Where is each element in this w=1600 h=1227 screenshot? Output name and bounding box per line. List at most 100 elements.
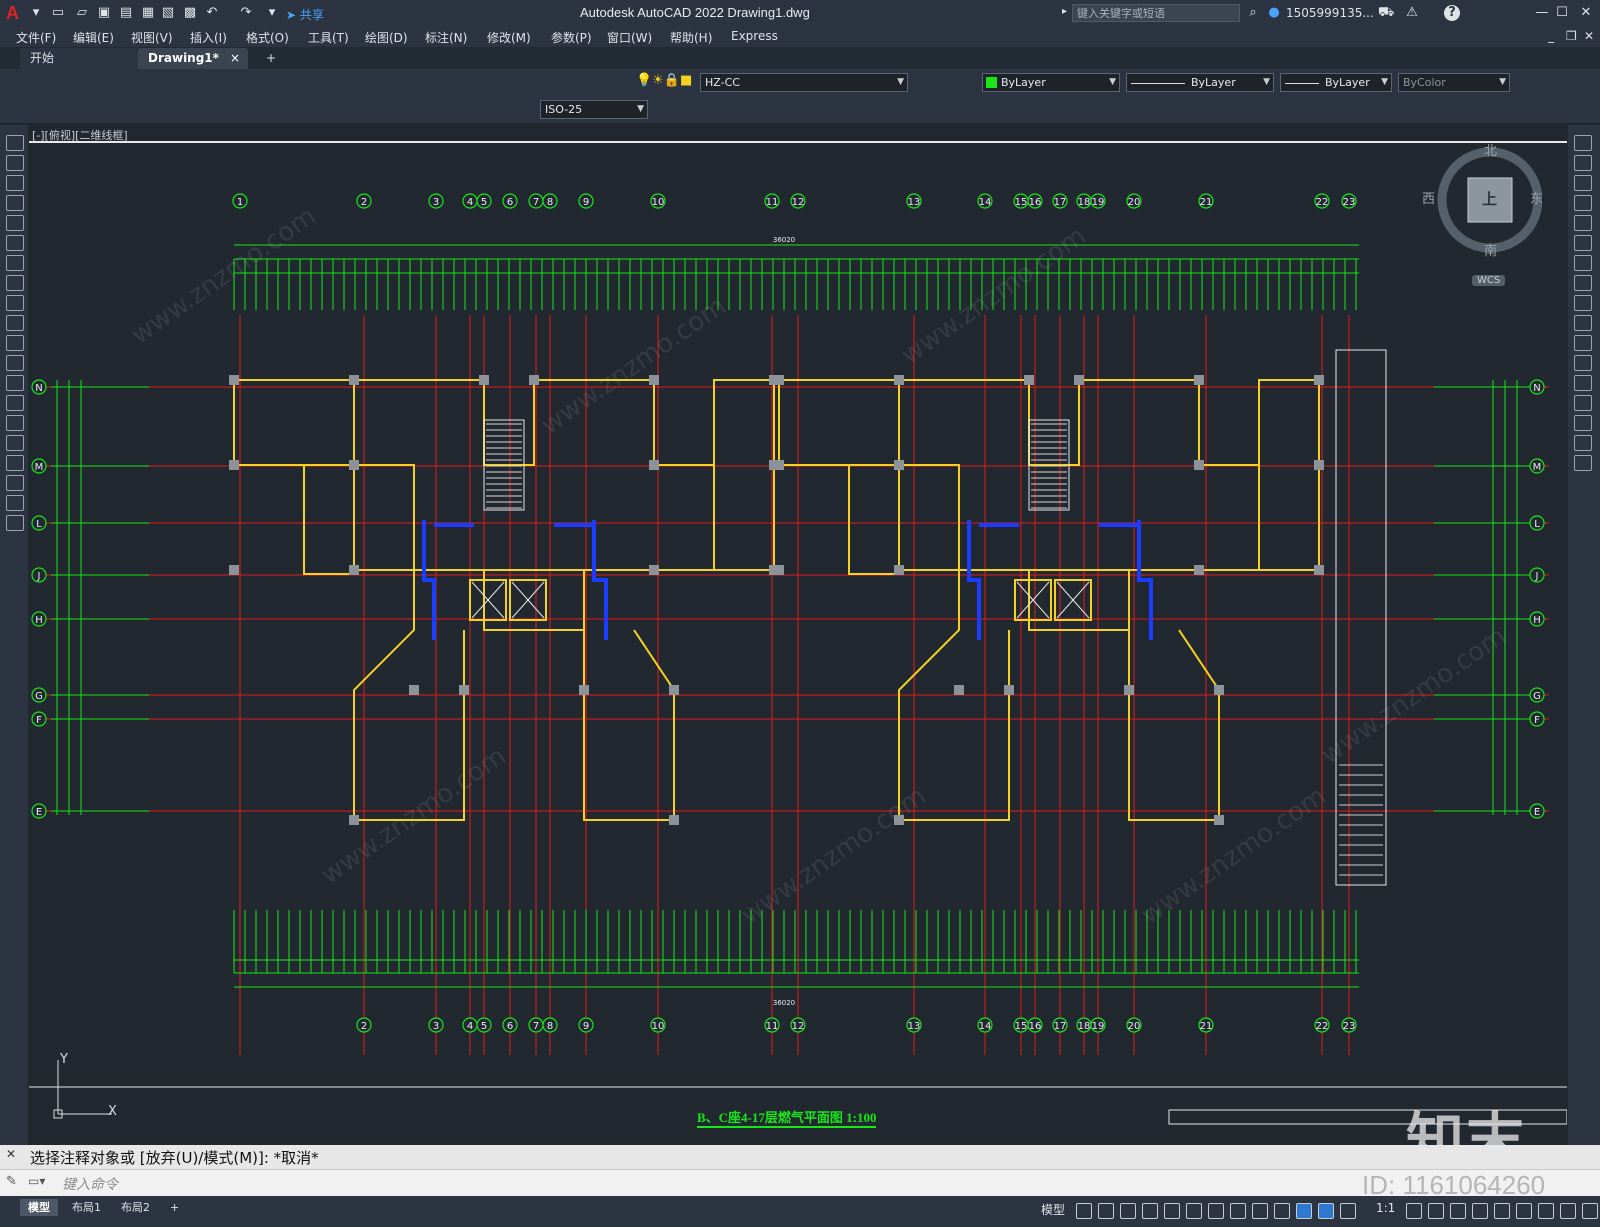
menu-dropdown-icon[interactable]: ▾ — [28, 5, 44, 21]
draw-tool-icon-1[interactable] — [6, 135, 24, 151]
draw-tool-icon-16[interactable] — [6, 435, 24, 451]
modify-tool-icon-10[interactable] — [1574, 315, 1592, 331]
open-web-icon[interactable]: ▦ — [140, 5, 156, 21]
new-icon[interactable]: ▭ — [50, 5, 66, 21]
status-toggle-icon[interactable] — [1098, 1203, 1114, 1219]
viewcube-top[interactable]: 上 — [1482, 188, 1497, 209]
status-toggle-icon[interactable] — [1164, 1203, 1180, 1219]
status-toggle-icon[interactable] — [1340, 1203, 1356, 1219]
dimstyle-select[interactable]: ISO-25 ▼ — [540, 100, 648, 119]
modify-tool-icon-4[interactable] — [1574, 195, 1592, 211]
command-input[interactable]: 键入命令 — [62, 1174, 118, 1194]
viewcube-east[interactable]: 东 — [1530, 188, 1543, 207]
status-toggle-icon[interactable] — [1120, 1203, 1136, 1219]
modify-tool-icon-9[interactable] — [1574, 295, 1592, 311]
menu-tools[interactable]: 工具(T) — [308, 29, 349, 46]
status-toggle-icon[interactable] — [1274, 1203, 1290, 1219]
modify-tool-icon-3[interactable] — [1574, 175, 1592, 191]
viewport-controls[interactable]: [-][俯视][二维线框] — [32, 127, 128, 143]
user-account[interactable]: 1505999135... — [1286, 6, 1374, 20]
layout-tab-2[interactable]: 布局2 — [113, 1199, 158, 1216]
status-toggle-icon[interactable] — [1230, 1203, 1246, 1219]
draw-tool-icon-3[interactable] — [6, 175, 24, 191]
status-toggle-icon[interactable] — [1516, 1203, 1532, 1219]
maximize-icon[interactable]: ☐ — [1554, 5, 1570, 21]
status-toggle-icon[interactable] — [1582, 1203, 1598, 1219]
status-toggle-icon[interactable] — [1208, 1203, 1224, 1219]
status-toggle-icon[interactable] — [1252, 1203, 1268, 1219]
draw-tool-icon-15[interactable] — [6, 415, 24, 431]
doc-restore-icon[interactable]: ❐ — [1566, 29, 1577, 43]
modify-tool-icon-12[interactable] — [1574, 355, 1592, 371]
status-toggle-icon[interactable] — [1076, 1203, 1092, 1219]
layer-tools-icons[interactable] — [912, 74, 968, 91]
draw-tool-icon-20[interactable] — [6, 515, 24, 531]
draw-tool-icon-17[interactable] — [6, 455, 24, 471]
qa-dropdown-icon[interactable]: ▾ — [264, 5, 280, 21]
draw-tool-icon-9[interactable] — [6, 295, 24, 311]
redo-icon[interactable]: ↷ — [238, 5, 254, 21]
save-web-icon[interactable]: ▧ — [160, 5, 176, 21]
doc-minimize-icon[interactable]: _ — [1548, 29, 1554, 43]
status-toggle-icon[interactable] — [1296, 1203, 1312, 1219]
autocad-logo-icon[interactable]: A — [6, 3, 26, 23]
save-as-icon[interactable]: ▤ — [118, 5, 134, 21]
search-input[interactable]: 键入关键字或短语 — [1072, 4, 1240, 22]
share-button[interactable]: ➤ 共享 — [286, 6, 324, 23]
cart-icon[interactable]: ⛟ — [1378, 5, 1394, 21]
wrench-icon[interactable]: ✎ — [6, 1174, 17, 1189]
plot-icon[interactable]: ▩ — [182, 5, 198, 21]
search-expand-icon[interactable]: ▸ — [1062, 6, 1067, 17]
draw-tool-icon-19[interactable] — [6, 495, 24, 511]
draw-tool-icon-18[interactable] — [6, 475, 24, 491]
help-icon[interactable]: ? — [1444, 5, 1460, 21]
menu-draw[interactable]: 绘图(D) — [365, 29, 408, 46]
add-layout-button[interactable]: + — [162, 1199, 187, 1216]
status-toggle-icon[interactable] — [1142, 1203, 1158, 1219]
menu-insert[interactable]: 插入(I) — [190, 29, 227, 46]
menu-edit[interactable]: 编辑(E) — [73, 29, 114, 46]
status-toggle-icon[interactable] — [1186, 1203, 1202, 1219]
modify-tool-icon-5[interactable] — [1574, 215, 1592, 231]
close-icon[interactable]: ✕ — [1578, 5, 1594, 21]
draw-tool-icon-7[interactable] — [6, 255, 24, 271]
draw-tool-icon-13[interactable] — [6, 375, 24, 391]
layer-state-icons[interactable]: 💡☀🔒■ — [636, 73, 692, 88]
annotation-scale[interactable]: 1:1 — [1376, 1201, 1395, 1215]
modify-tool-icon-17[interactable] — [1574, 455, 1592, 471]
status-toggle-icon[interactable] — [1494, 1203, 1510, 1219]
plotstyle-select[interactable]: ByColor ▼ — [1398, 73, 1510, 92]
status-toggle-icon[interactable] — [1428, 1203, 1444, 1219]
menu-view[interactable]: 视图(V) — [131, 29, 173, 46]
draw-tool-icon-2[interactable] — [6, 155, 24, 171]
status-toggle-icon[interactable] — [1406, 1203, 1422, 1219]
tab-close-icon[interactable]: × — [230, 48, 240, 69]
user-icon[interactable]: ● — [1266, 5, 1282, 21]
viewcube-north[interactable]: 北 — [1484, 140, 1497, 159]
search-icon[interactable]: ⌕ — [1245, 5, 1261, 21]
modify-tool-icon-2[interactable] — [1574, 155, 1592, 171]
modify-tool-icon-14[interactable] — [1574, 395, 1592, 411]
status-toggle-icon[interactable] — [1472, 1203, 1488, 1219]
viewcube[interactable]: 北 南 东 西 上 WCS — [1422, 140, 1543, 292]
minimize-icon[interactable]: — — [1534, 5, 1550, 21]
menu-format[interactable]: 格式(O) — [246, 29, 289, 46]
doc-close-icon[interactable]: ✕ — [1584, 29, 1594, 43]
draw-tool-icon-8[interactable] — [6, 275, 24, 291]
modify-tool-icon-13[interactable] — [1574, 375, 1592, 391]
open-icon[interactable]: ▱ — [74, 5, 90, 21]
linetype-select[interactable]: ByLayer ▼ — [1126, 73, 1274, 92]
close-icon[interactable]: ✕ — [6, 1147, 16, 1161]
draw-tool-icon-5[interactable] — [6, 215, 24, 231]
draw-tool-icon-14[interactable] — [6, 395, 24, 411]
menu-help[interactable]: 帮助(H) — [670, 29, 712, 46]
viewcube-south[interactable]: 南 — [1484, 240, 1497, 259]
layout-tab-model[interactable]: 模型 — [20, 1199, 58, 1216]
draw-tool-icon-12[interactable] — [6, 355, 24, 371]
drawing-canvas[interactable]: 1 2 3 4 5 6 7 8 9 10 11 12 13 14 15 16 17 18 19 20 21 22 23 2 3 4… — [29, 125, 1567, 1143]
menu-window[interactable]: 窗口(W) — [607, 29, 652, 46]
wcs-menu[interactable]: WCS — [1472, 275, 1506, 286]
draw-tool-icon-10[interactable] — [6, 315, 24, 331]
new-tab-button[interactable]: + — [256, 48, 286, 69]
menu-express[interactable]: Express — [731, 29, 778, 43]
